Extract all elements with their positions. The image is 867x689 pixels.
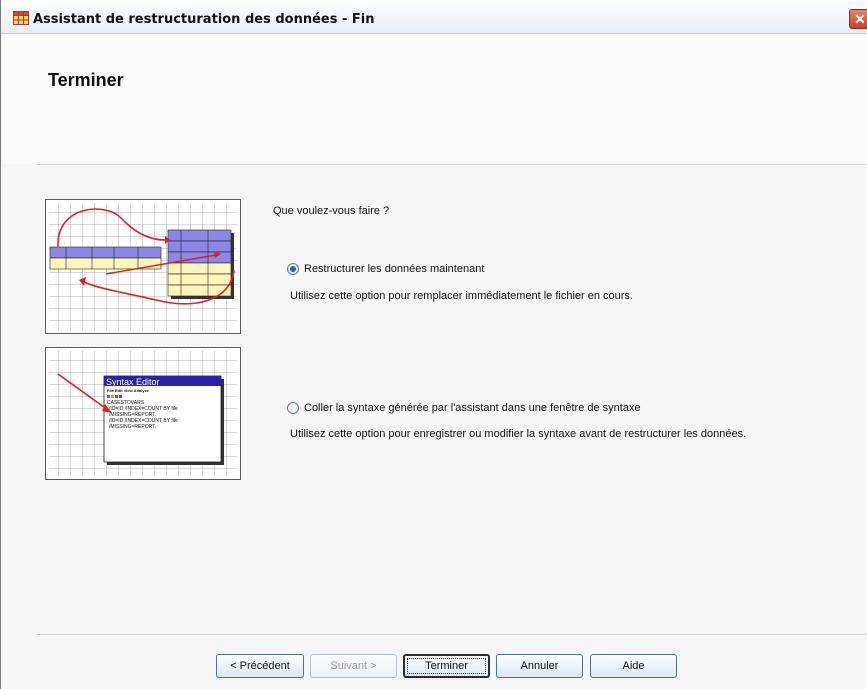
restructure-illustration [49, 203, 237, 330]
wizard-window: Assistant de restructuration des données… [0, 0, 867, 689]
header-separator [37, 164, 867, 166]
finish-button-label: Terminer [407, 658, 486, 674]
paste-syntax-description: Utilisez cette option pour enregistrer o… [290, 428, 747, 440]
cancel-button[interactable]: Annuler [496, 654, 583, 678]
restructure-now-radio[interactable] [287, 263, 299, 275]
table-app-icon [13, 11, 29, 25]
close-button[interactable]: ✕ [849, 9, 867, 29]
window-title: Assistant de restructuration des données… [33, 12, 375, 27]
syntax-editor-title: Syntax Editor [106, 377, 160, 387]
paste-syntax-radio[interactable] [287, 402, 299, 414]
restructure-thumbnail [45, 199, 241, 334]
help-button[interactable]: Aide [590, 654, 677, 678]
close-icon: ✕ [854, 11, 866, 27]
next-button[interactable]: Suivant > [310, 654, 397, 678]
restructure-now-label[interactable]: Restructurer les données maintenant [304, 263, 484, 275]
previous-button[interactable]: < Précédent [216, 654, 304, 678]
title-bar[interactable]: Assistant de restructuration des données… [1, 0, 867, 34]
finish-button[interactable]: Terminer [403, 654, 490, 678]
paste-syntax-label[interactable]: Coller la syntaxe générée par l'assistan… [304, 402, 641, 414]
header-area [2, 34, 867, 164]
syntax-editor-menu: File Edit View Analyze [107, 388, 150, 393]
page-title: Terminer [48, 70, 124, 90]
restructure-now-description: Utilisez cette option pour remplacer imm… [290, 290, 633, 302]
question-label: Que voulez-vous faire ? [273, 205, 390, 217]
syntax-line: /MISSING=REPORT. [109, 424, 156, 430]
syntax-illustration: Syntax Editor File Edit View Analyze CAS… [49, 351, 237, 476]
footer-separator [37, 634, 867, 636]
syntax-thumbnail: Syntax Editor File Edit View Analyze CAS… [45, 347, 241, 480]
